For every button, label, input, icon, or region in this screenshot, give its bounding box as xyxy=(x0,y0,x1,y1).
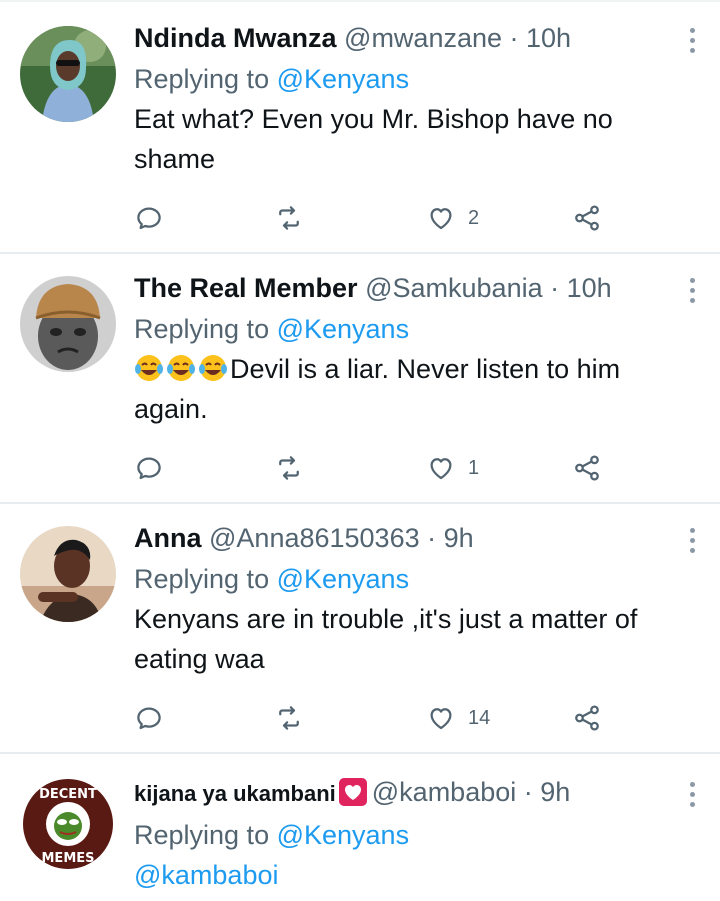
user-handle[interactable]: @kambaboi xyxy=(372,777,516,807)
replying-to-link[interactable]: @Kenyans xyxy=(277,564,409,594)
like-count: 1 xyxy=(468,456,480,479)
timestamp[interactable]: · 9h xyxy=(524,777,571,807)
avatar[interactable] xyxy=(20,276,116,372)
child-with-cap-avatar-icon xyxy=(20,276,116,372)
user-handle[interactable]: @Samkubania xyxy=(365,273,543,303)
woman-headscarf-avatar-icon xyxy=(20,26,116,122)
display-name[interactable]: Ndinda Mwanza xyxy=(134,23,337,53)
more-options-icon[interactable] xyxy=(690,528,698,558)
user-handle[interactable]: @mwanzane xyxy=(344,23,502,53)
more-options-icon[interactable] xyxy=(690,782,698,812)
replying-to-line: Replying to @Kenyans xyxy=(134,63,676,95)
heart-icon xyxy=(430,208,452,230)
retweet-icon xyxy=(279,206,299,230)
retweet-button[interactable] xyxy=(274,198,304,238)
reply-tweet[interactable]: Ndinda Mwanza @mwanzane · 10h Replying t… xyxy=(0,0,720,252)
reply-icon xyxy=(137,457,161,480)
replying-to-label: Replying to xyxy=(134,820,277,850)
decent-memes-logo-avatar-icon: DECENT MEMES xyxy=(20,776,116,872)
tears-of-joy-emoji-icon xyxy=(167,355,195,381)
replying-to-line: Replying to @Kenyans xyxy=(134,313,676,345)
retweet-icon xyxy=(279,706,299,730)
woman-selfie-avatar-icon xyxy=(20,526,116,622)
heart-icon xyxy=(430,708,452,730)
like-count: 2 xyxy=(468,206,480,229)
tweet-text: Kenyans are in trouble ,it's just a matt… xyxy=(134,604,638,674)
reply-button[interactable] xyxy=(134,698,164,738)
replying-to-label: Replying to xyxy=(134,64,277,94)
heart-icon xyxy=(430,458,452,480)
share-button[interactable] xyxy=(572,448,602,488)
share-icon xyxy=(575,455,599,481)
like-button[interactable]: 1 xyxy=(426,448,479,488)
user-handle[interactable]: @Anna86150363 xyxy=(209,523,420,553)
tears-of-joy-emoji-icon xyxy=(135,355,163,381)
replying-to-line: Replying to @Kenyans xyxy=(134,563,676,595)
share-button[interactable] xyxy=(572,198,602,238)
tweet-text: Eat what? Even you Mr. Bishop have no sh… xyxy=(134,104,613,174)
avatar[interactable] xyxy=(20,26,116,122)
more-options-icon[interactable] xyxy=(690,278,698,308)
reply-icon xyxy=(137,207,161,230)
display-name[interactable]: kijana ya ukambani xyxy=(134,781,336,806)
logo-text-bottom: MEMES xyxy=(42,851,95,866)
like-button[interactable]: 14 xyxy=(426,698,490,738)
avatar[interactable]: DECENT MEMES xyxy=(20,776,116,872)
tears-of-joy-emoji-icon xyxy=(199,355,227,381)
timestamp[interactable]: · 10h xyxy=(550,273,612,303)
replying-to-link[interactable]: @Kenyans xyxy=(277,314,409,344)
replying-to-line: Replying to @Kenyans xyxy=(134,819,676,851)
avatar[interactable] xyxy=(20,526,116,622)
reply-icon xyxy=(137,707,161,730)
retweet-icon xyxy=(279,456,299,480)
like-count: 14 xyxy=(468,706,491,729)
reply-button[interactable] xyxy=(134,198,164,238)
retweet-button[interactable] xyxy=(274,448,304,488)
logo-text-top: DECENT xyxy=(39,787,97,802)
replying-to-link[interactable]: @Kenyans xyxy=(277,820,409,850)
retweet-button[interactable] xyxy=(274,698,304,738)
tweet-actions: 14 xyxy=(134,698,614,738)
share-icon xyxy=(575,705,599,731)
replying-to-label: Replying to xyxy=(134,314,277,344)
timestamp[interactable]: · 10h xyxy=(510,23,572,53)
share-icon xyxy=(575,205,599,231)
more-options-icon[interactable] xyxy=(690,28,698,58)
tweet-actions: 2 xyxy=(134,198,614,238)
tweet-text: Devil is a liar. Never listen to him aga… xyxy=(134,349,676,429)
reply-tweet[interactable]: DECENT MEMES kijana ya ukambani @kambaboi… xyxy=(0,754,720,901)
timestamp[interactable]: · 9h xyxy=(427,523,474,553)
tweet-text-mention[interactable]: @kambaboi xyxy=(134,855,676,895)
reply-tweet[interactable]: The Real Member @Samkubania · 10h Replyi… xyxy=(0,254,720,502)
replying-to-link[interactable]: @Kenyans xyxy=(277,64,409,94)
display-name[interactable]: The Real Member xyxy=(134,273,358,303)
display-name[interactable]: Anna xyxy=(134,523,202,553)
reply-tweet[interactable]: Anna @Anna86150363 · 9h Replying to @Ken… xyxy=(0,504,720,752)
reply-button[interactable] xyxy=(134,448,164,488)
like-button[interactable]: 2 xyxy=(426,198,479,238)
tweet-actions: 1 xyxy=(134,448,614,488)
share-button[interactable] xyxy=(572,698,602,738)
red-heart-emoji-icon xyxy=(338,778,367,806)
replying-to-label: Replying to xyxy=(134,564,277,594)
